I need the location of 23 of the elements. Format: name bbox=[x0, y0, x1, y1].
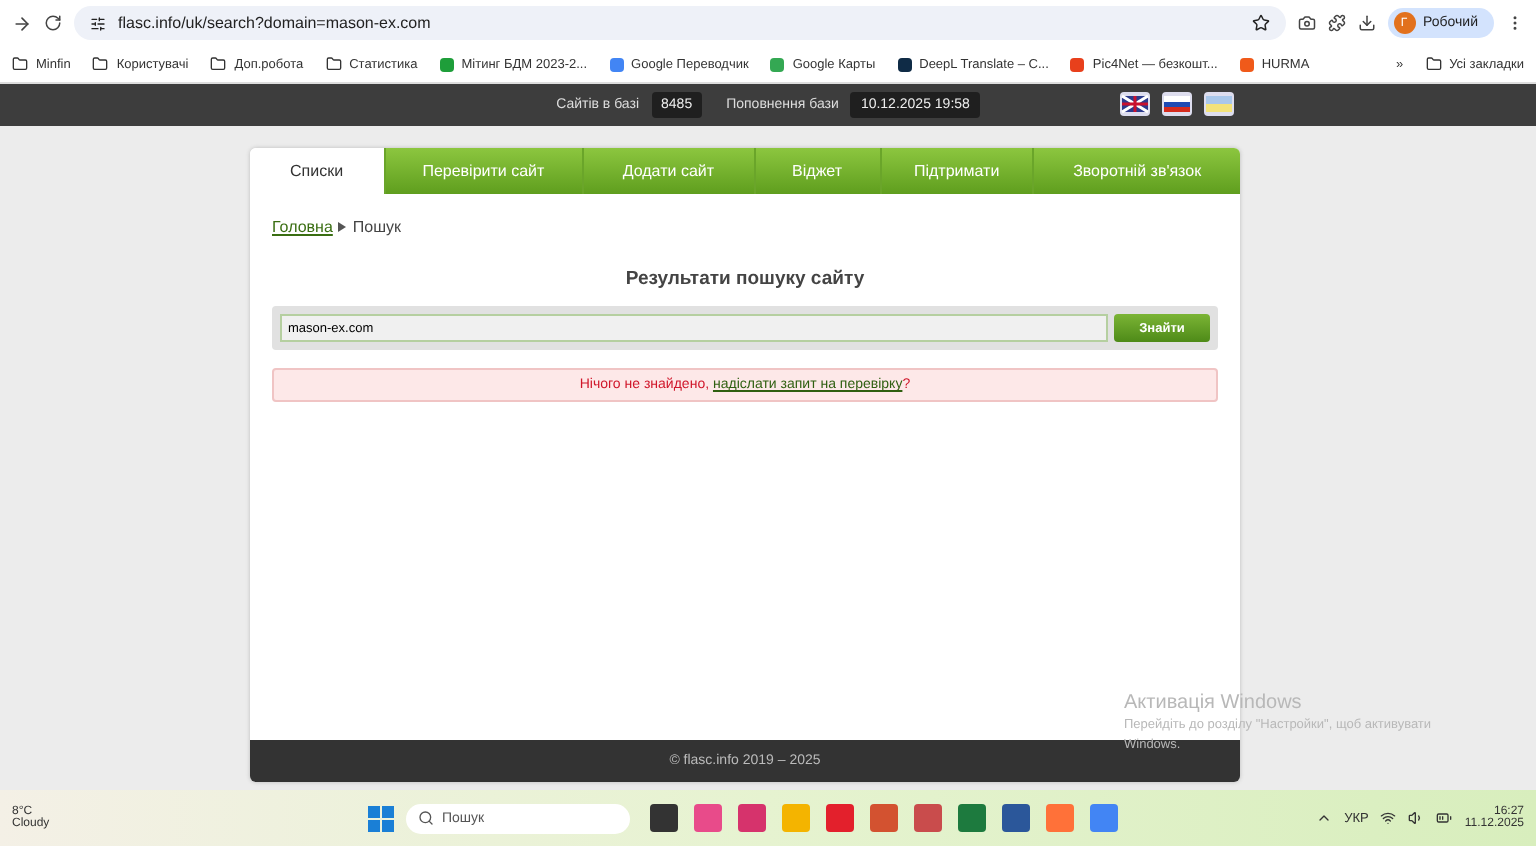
address-bar[interactable]: flasc.info/uk/search?domain=mason-ex.com bbox=[74, 6, 1286, 40]
camera-icon[interactable] bbox=[1297, 14, 1316, 32]
forward-icon[interactable] bbox=[12, 13, 32, 33]
start-icon[interactable] bbox=[368, 805, 394, 831]
extensions-icon[interactable] bbox=[1327, 14, 1346, 32]
volume-icon[interactable] bbox=[1408, 810, 1425, 826]
breadcrumb-arrow-icon bbox=[338, 222, 347, 232]
russian-flag-icon[interactable] bbox=[1162, 92, 1192, 116]
chevron-icon[interactable] bbox=[1316, 810, 1333, 826]
search-icon bbox=[418, 810, 434, 826]
breadcrumb-current: Пошук bbox=[352, 218, 402, 236]
bookmark-star-icon[interactable] bbox=[1251, 14, 1270, 32]
battery-icon[interactable] bbox=[1436, 810, 1453, 826]
uk-flag-icon[interactable] bbox=[1120, 92, 1150, 116]
wifi-icon[interactable] bbox=[1380, 810, 1397, 826]
page-heading: Результати пошуку сайту bbox=[623, 268, 867, 290]
site-settings-icon[interactable] bbox=[90, 15, 106, 31]
activation-title: Активація Windows bbox=[1124, 692, 1304, 714]
url-text: flasc.info/uk/search?domain=mason-ex.com bbox=[118, 14, 431, 32]
nav-tab[interactable]: Списки bbox=[250, 148, 384, 194]
download-icon[interactable] bbox=[1357, 14, 1376, 32]
reload-icon[interactable] bbox=[44, 14, 62, 32]
home-link[interactable]: Головна bbox=[272, 218, 333, 236]
